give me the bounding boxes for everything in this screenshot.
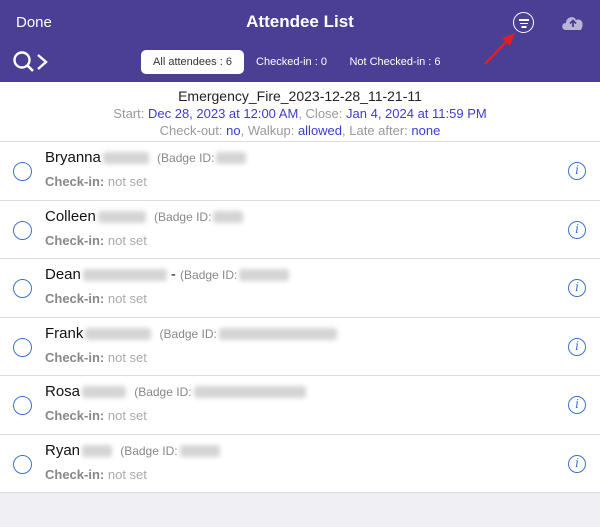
list-item[interactable]: Bryanna (Badge ID: Check-in: not set i	[0, 142, 600, 201]
attendee-name: Ryan (Badge ID:	[45, 442, 224, 459]
list-item[interactable]: Rosa (Badge ID: Check-in: not set i	[0, 376, 600, 435]
annotation-arrow-icon	[484, 33, 515, 65]
redacted-text	[193, 386, 306, 399]
radio-unchecked-icon[interactable]	[13, 162, 32, 181]
event-summary: Emergency_Fire_2023-12-28_11-21-11 Start…	[0, 82, 600, 142]
list-item[interactable]: Frank (Badge ID: Check-in: not set i	[0, 318, 600, 376]
info-icon[interactable]: i	[568, 279, 586, 297]
list-item[interactable]: Dean - (Badge ID: Check-in: not set i	[0, 259, 600, 318]
info-icon[interactable]: i	[568, 396, 586, 414]
checkin-status: Check-in: not set	[45, 174, 147, 189]
radio-unchecked-icon[interactable]	[13, 396, 32, 415]
page-title: Attendee List	[246, 12, 354, 31]
redacted-text	[239, 269, 290, 282]
info-icon[interactable]: i	[568, 162, 586, 180]
redacted-text	[85, 327, 152, 340]
radio-unchecked-icon[interactable]	[13, 337, 32, 357]
tab-not-checked-in[interactable]: Not Checked-in : 6	[339, 50, 451, 74]
tab-all-attendees[interactable]: All attendees : 6	[141, 50, 244, 74]
event-schedule: Start: Dec 28, 2023 at 12:00 AM, Close: …	[113, 106, 487, 121]
search-icon	[13, 51, 48, 72]
event-start: Dec 28, 2023 at 12:00 AM	[147, 106, 299, 121]
attendee-name: Bryanna (Badge ID:	[45, 149, 250, 166]
event-late-after: none	[411, 123, 441, 138]
checkin-status: Check-in: not set	[45, 408, 147, 423]
list-item[interactable]: Ryan (Badge ID: Check-in: not set i	[0, 435, 600, 493]
search-button[interactable]	[12, 50, 50, 79]
info-icon[interactable]: i	[568, 220, 586, 239]
radio-unchecked-icon[interactable]	[13, 279, 32, 298]
redacted-text	[82, 386, 127, 399]
info-icon[interactable]: i	[568, 454, 586, 473]
event-checkout: no	[226, 123, 241, 138]
redacted-text	[218, 327, 337, 340]
checkin-status: Check-in: not set	[45, 291, 147, 306]
attendee-list: Bryanna (Badge ID: Check-in: not set i C…	[0, 142, 600, 493]
event-name: Emergency_Fire_2023-12-28_11-21-11	[178, 88, 422, 104]
radio-unchecked-icon[interactable]	[13, 220, 32, 240]
radio-unchecked-icon[interactable]	[13, 454, 32, 474]
redacted-text	[213, 210, 244, 223]
attendee-name: Dean - (Badge ID:	[45, 266, 293, 283]
redacted-text	[82, 269, 167, 282]
redacted-text	[97, 210, 146, 223]
redacted-text	[102, 152, 149, 165]
event-walkup: allowed	[297, 123, 343, 138]
tab-checked-in[interactable]: Checked-in : 0	[244, 50, 339, 74]
attendee-name: Frank (Badge ID:	[45, 325, 341, 342]
info-icon[interactable]: i	[568, 337, 586, 356]
checkin-status: Check-in: not set	[45, 349, 147, 365]
checkin-status: Check-in: not set	[45, 466, 147, 482]
checkin-status: Check-in: not set	[45, 232, 147, 248]
attendee-name: Colleen (Badge ID:	[45, 208, 247, 225]
cloud-upload-icon[interactable]	[560, 12, 586, 32]
redacted-text	[216, 152, 247, 165]
attendee-filter-segment: All attendees : 6 Checked-in : 0 Not Che…	[141, 50, 451, 74]
event-options: Check-out: no, Walkup: allowed, Late aft…	[159, 123, 441, 138]
attendee-name: Rosa (Badge ID:	[45, 383, 310, 400]
redacted-text	[179, 444, 220, 457]
redacted-text	[82, 444, 113, 457]
event-close: Jan 4, 2024 at 11:59 PM	[346, 106, 487, 121]
list-item[interactable]: Colleen (Badge ID: Check-in: not set i	[0, 201, 600, 259]
